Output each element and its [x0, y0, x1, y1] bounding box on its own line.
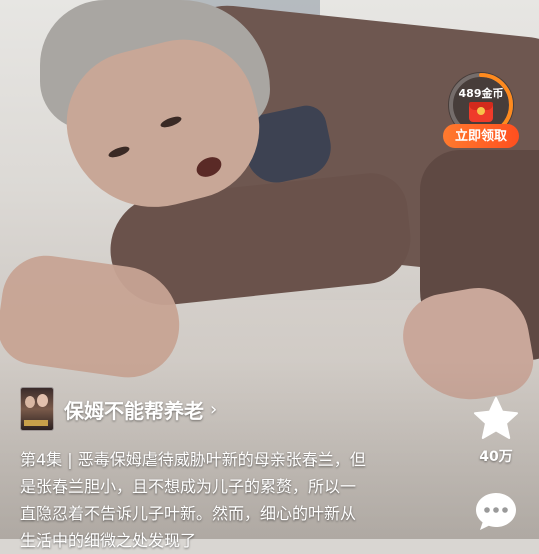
chevron-right-icon[interactable]: › [210, 399, 217, 420]
cover-figure [37, 394, 48, 407]
comment-icon[interactable] [474, 490, 518, 534]
drama-info-row[interactable]: 保姆不能帮养老 › [20, 387, 217, 431]
drama-cover-thumbnail[interactable] [20, 387, 54, 431]
like-action[interactable]: 40万 [470, 396, 522, 466]
comment-action[interactable] [470, 490, 522, 534]
star-icon[interactable] [473, 396, 519, 440]
claim-button[interactable]: 立即领取 [443, 124, 519, 148]
cover-figure [25, 396, 35, 408]
drama-title[interactable]: 保姆不能帮养老 [64, 395, 204, 424]
like-count: 40万 [479, 449, 513, 465]
coin-reward-widget[interactable]: 489金币 立即领取 [443, 72, 523, 154]
red-packet-icon [469, 102, 493, 122]
coin-amount: 489金币 [458, 87, 504, 100]
cover-title-strip [24, 420, 48, 426]
episode-description[interactable]: 第4集 | 恶毒保姆虐待威胁叶新的母亲张春兰，但是张春兰胆小，且不想成为儿子的累… [20, 446, 368, 554]
